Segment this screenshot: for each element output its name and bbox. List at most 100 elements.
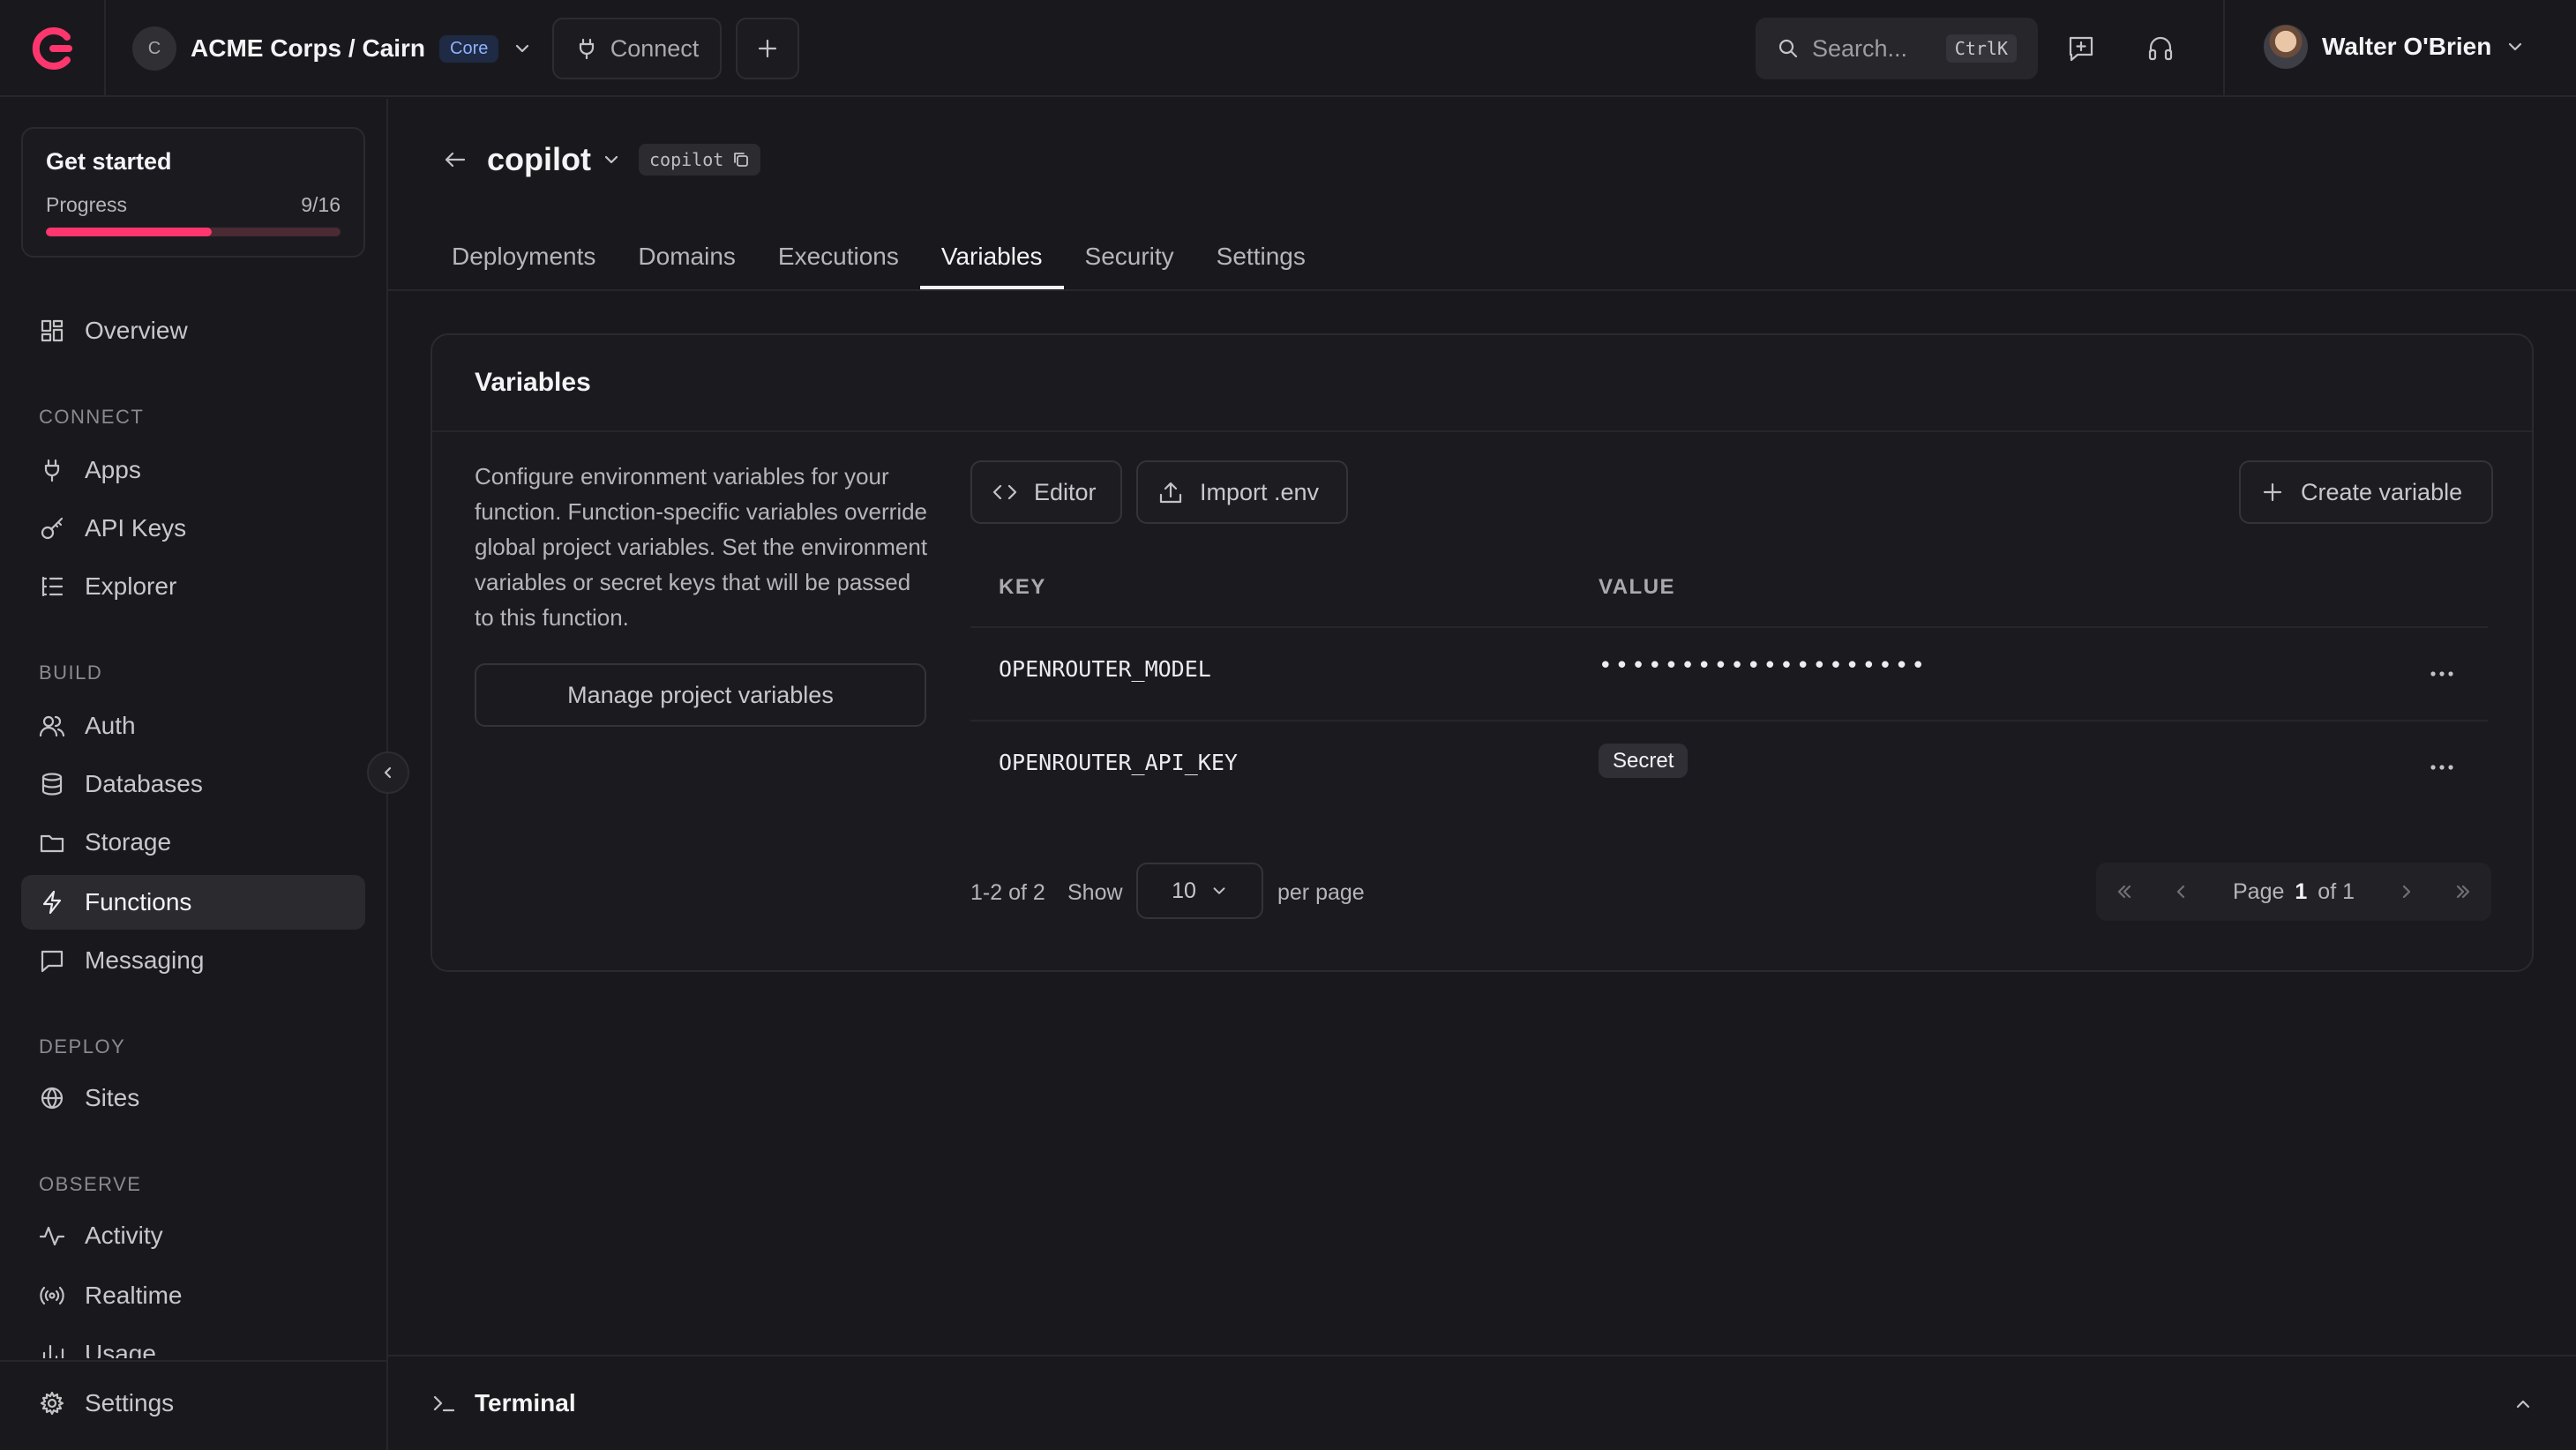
- nav-section-observe: OBSERVE: [39, 1173, 142, 1195]
- per-page-select[interactable]: 10: [1136, 863, 1263, 919]
- sidebar-item-label: Sites: [85, 1084, 140, 1111]
- per-page-value: 10: [1172, 878, 1196, 903]
- next-page-icon[interactable]: [2378, 881, 2435, 902]
- support-headset-icon[interactable]: [2145, 34, 2175, 64]
- nav-section-connect: CONNECT: [39, 406, 145, 428]
- search-icon: [1777, 37, 1800, 60]
- page-title: copilot: [487, 141, 591, 177]
- add-button[interactable]: [736, 18, 799, 79]
- sidebar-item-auth[interactable]: Auth: [21, 699, 365, 753]
- chevron-down-icon: [513, 39, 532, 58]
- sidebar-item-apps[interactable]: Apps: [21, 443, 365, 497]
- pagination-per-page-label: per page: [1277, 880, 1365, 905]
- terminal-panel[interactable]: Terminal: [388, 1355, 2576, 1450]
- last-page-icon[interactable]: [2435, 881, 2491, 902]
- function-id: copilot: [648, 149, 724, 170]
- sidebar-item-explorer[interactable]: Explorer: [21, 559, 365, 614]
- divider: [388, 289, 2576, 291]
- collapse-sidebar-button[interactable]: [367, 751, 409, 794]
- variable-key: OPENROUTER_API_KEY: [999, 750, 1238, 775]
- manage-project-variables-button[interactable]: Manage project variables: [475, 663, 926, 727]
- more-options-icon[interactable]: [2422, 748, 2461, 787]
- sidebar-item-sites[interactable]: Sites: [21, 1071, 365, 1125]
- back-arrow-icon[interactable]: [441, 146, 469, 174]
- progress-bar: [46, 228, 341, 236]
- get-started-title: Get started: [46, 148, 172, 175]
- code-icon: [992, 479, 1018, 505]
- more-options-icon[interactable]: [2422, 654, 2461, 693]
- sidebar-item-settings[interactable]: Settings: [21, 1376, 365, 1431]
- sidebar-item-usage[interactable]: Usage: [21, 1327, 365, 1358]
- appwrite-logo-icon[interactable]: [28, 25, 76, 72]
- plug-icon: [575, 37, 598, 60]
- sidebar-item-messaging[interactable]: Messaging: [21, 933, 365, 988]
- tab-settings[interactable]: Settings: [1195, 224, 1327, 289]
- divider: [970, 626, 2488, 628]
- editor-label: Editor: [1034, 478, 1097, 505]
- secret-badge: Secret: [1599, 744, 1689, 778]
- sidebar-item-label: Apps: [85, 456, 141, 483]
- feedback-icon[interactable]: [2066, 34, 2096, 64]
- sidebar-item-overview[interactable]: Overview: [21, 303, 365, 358]
- sidebar-item-label: Auth: [85, 712, 136, 739]
- create-variable-button[interactable]: Create variable: [2239, 460, 2493, 524]
- page-label: Page: [2233, 878, 2285, 904]
- upload-icon: [1157, 479, 1184, 505]
- plug-icon: [39, 457, 65, 483]
- tab-variables[interactable]: Variables: [919, 224, 1064, 289]
- current-page: 1: [2295, 878, 2308, 904]
- function-switcher[interactable]: copilot: [487, 141, 621, 178]
- first-page-icon[interactable]: [2096, 881, 2153, 902]
- globe-icon: [39, 1085, 65, 1111]
- sidebar-item-activity[interactable]: Activity: [21, 1208, 365, 1263]
- activity-icon: [39, 1222, 65, 1249]
- divider: [2223, 0, 2225, 97]
- sidebar-item-api-keys[interactable]: API Keys: [21, 501, 365, 556]
- plan-badge: Core: [439, 34, 499, 63]
- divider: [970, 720, 2488, 721]
- tab-executions[interactable]: Executions: [757, 224, 920, 289]
- progress-label: Progress: [46, 193, 128, 216]
- card-title: Variables: [432, 335, 2532, 432]
- chevron-left-icon: [379, 764, 397, 781]
- top-bar: C ACME Corps / Cairn Core Connect Search…: [0, 0, 2576, 97]
- sidebar-item-label: API Keys: [85, 514, 187, 542]
- search-placeholder: Search...: [1812, 34, 1908, 62]
- search-shortcut: CtrlK: [1945, 34, 2017, 63]
- sidebar-item-label: Activity: [85, 1222, 163, 1249]
- previous-page-icon[interactable]: [2153, 881, 2209, 902]
- tab-security[interactable]: Security: [1064, 224, 1195, 289]
- editor-button[interactable]: Editor: [970, 460, 1122, 524]
- get-started-card[interactable]: Get started Progress 9/16: [21, 127, 365, 258]
- radio-waves-icon: [39, 1282, 65, 1309]
- import-label: Import .env: [1200, 478, 1320, 505]
- import-env-button[interactable]: Import .env: [1136, 460, 1348, 524]
- nav-section-deploy: DEPLOY: [39, 1035, 126, 1058]
- tab-domains[interactable]: Domains: [617, 224, 756, 289]
- sidebar-item-functions[interactable]: Functions: [21, 875, 365, 930]
- connect-button[interactable]: Connect: [552, 18, 722, 79]
- user-name: Walter O'Brien: [2322, 33, 2492, 60]
- key-icon: [39, 515, 65, 542]
- sidebar-item-databases[interactable]: Databases: [21, 757, 365, 811]
- avatar: [2264, 25, 2308, 69]
- nav-section-build: BUILD: [39, 661, 103, 684]
- plus-icon: [756, 37, 779, 60]
- sidebar-item-storage[interactable]: Storage: [21, 815, 365, 870]
- sidebar: Get started Progress 9/16 Overview CONNE…: [0, 99, 388, 1450]
- column-header-value: VALUE: [1599, 575, 1676, 599]
- user-menu[interactable]: Walter O'Brien: [2264, 25, 2525, 69]
- sidebar-item-realtime[interactable]: Realtime: [21, 1268, 365, 1323]
- pagination-controls: Page 1 of 1: [2096, 863, 2491, 921]
- chevron-up-icon[interactable]: [2512, 1394, 2534, 1415]
- divider: [0, 1360, 386, 1362]
- search-input[interactable]: Search... CtrlK: [1756, 18, 2038, 79]
- message-square-icon: [39, 947, 65, 974]
- tab-deployments[interactable]: Deployments: [431, 224, 617, 289]
- function-id-badge[interactable]: copilot: [638, 144, 761, 176]
- column-header-key: KEY: [999, 575, 1046, 599]
- org-project-switcher[interactable]: C ACME Corps / Cairn Core: [132, 26, 532, 71]
- sidebar-item-label: Functions: [85, 888, 192, 916]
- list-tree-icon: [39, 573, 65, 600]
- copy-icon: [732, 151, 750, 168]
